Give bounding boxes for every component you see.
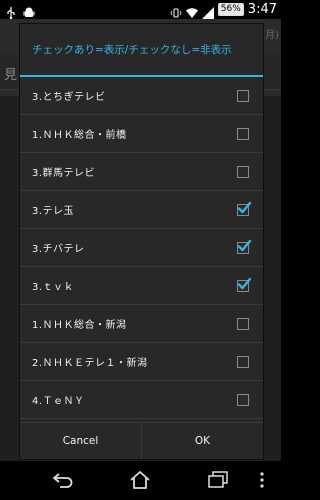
channel-row[interactable]: 3.チバテレ [20,229,263,267]
back-icon[interactable] [52,470,74,490]
checkbox[interactable] [237,355,249,368]
channel-label: 4.ＴｅＮＹ [32,396,85,407]
channel-label: 2.ＮＨＫＥテレ１・新潟 [32,358,148,369]
ok-button[interactable]: OK [141,423,263,459]
dialog-title: チェックあり=表示/チェックなし=非表示 [32,44,232,56]
checkbox[interactable] [237,127,249,140]
battery-indicator: 56% [217,3,244,16]
checkbox[interactable] [237,393,249,406]
checkmark-icon [237,277,252,289]
channel-row[interactable]: 3.テレ玉 [20,191,263,229]
android-icon [23,4,35,17]
dialog-header: チェックあり=表示/チェックなし=非表示 [20,24,263,77]
background-header-text: 見 [4,68,18,83]
checkbox-checked[interactable] [237,239,252,254]
channel-row[interactable]: 1.ＮＨＫ総合・前橋 [20,115,263,153]
channel-row[interactable]: 3.とちぎテレビ [20,77,263,115]
clock: 3:47 [247,2,277,17]
checkmark-icon [237,201,252,213]
channel-visibility-dialog: チェックあり=表示/チェックなし=非表示 3.とちぎテレビ 1.ＮＨＫ総合・前橋… [19,23,264,460]
signal-icon [201,4,214,19]
menu-icon[interactable] [255,470,269,490]
channel-row[interactable]: 3.ｔｖｋ [20,267,263,305]
checkbox[interactable] [237,89,249,102]
wifi-icon [185,4,198,18]
channel-row[interactable]: 1.ＮＨＫ総合・新潟 [20,305,263,343]
channel-list: 3.とちぎテレビ 1.ＮＨＫ総合・前橋 3.群馬テレビ 3.テレ玉 3.チバテレ [20,77,263,419]
checkbox-checked[interactable] [237,277,252,292]
home-icon[interactable] [129,470,151,490]
cancel-button[interactable]: Cancel [20,423,141,459]
navigation-bar [0,461,281,500]
checkbox-checked[interactable] [237,201,252,216]
channel-row[interactable]: 2.ＮＨＫＥテレ１・新潟 [20,343,263,381]
channel-label: 3.群馬テレビ [32,168,96,179]
status-bar: 56% 3:47 [0,0,281,19]
channel-label: 3.テレ玉 [32,206,75,217]
channel-label: 1.ＮＨＫ総合・新潟 [32,320,127,331]
channel-label: 3.チバテレ [32,244,85,255]
channel-row[interactable]: 4.ＴｅＮＹ [20,381,263,419]
recent-apps-icon[interactable] [207,470,229,490]
usb-icon [5,4,17,19]
dialog-buttons: Cancel OK [20,422,263,459]
checkmark-icon [237,239,252,251]
channel-label: 3.ｔｖｋ [32,282,75,293]
screen: 56% 3:47 (月) 見 チェックあり=表示/チェックなし=非表示 3.とち… [0,0,281,500]
vibrate-icon [170,4,182,17]
channel-label: 1.ＮＨＫ総合・前橋 [32,130,127,141]
channel-row[interactable]: 3.群馬テレビ [20,153,263,191]
checkbox[interactable] [237,317,249,330]
checkbox[interactable] [237,165,249,178]
channel-label: 3.とちぎテレビ [32,92,106,103]
